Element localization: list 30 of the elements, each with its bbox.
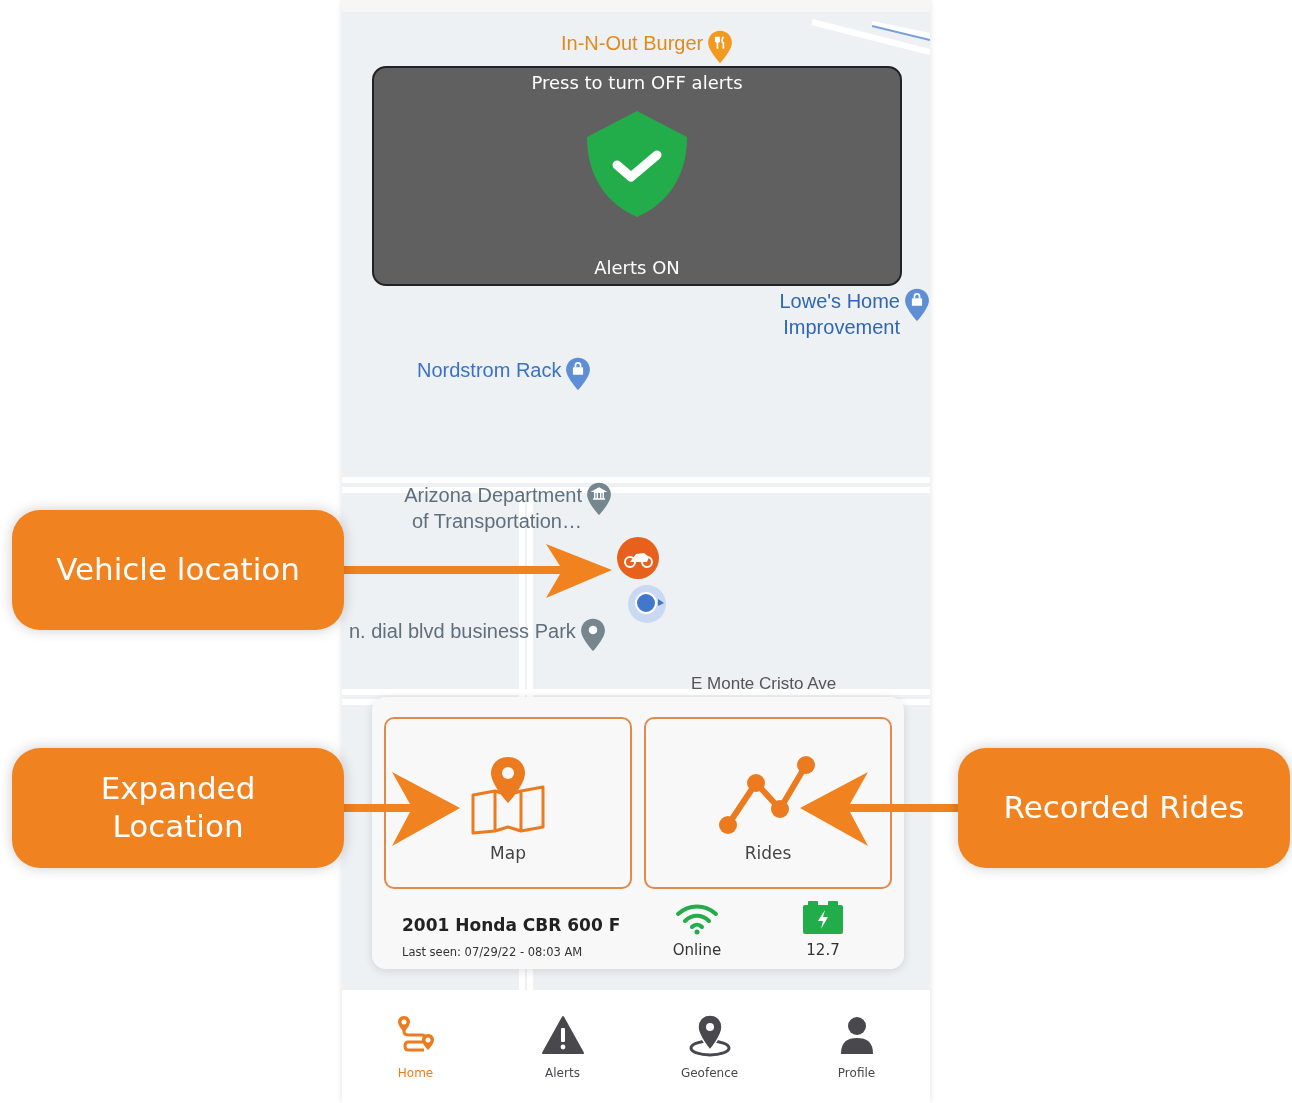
place-label[interactable]: Nordstrom Rack [417, 357, 562, 383]
nav-tab[interactable]: Geofence [636, 990, 783, 1103]
nav-tab[interactable]: Profile [783, 990, 930, 1103]
alerts-toggle-panel[interactable]: Press to turn OFF alerts Alerts ON [372, 66, 902, 286]
location-pin-circle-icon [687, 1013, 732, 1058]
connection-status: Online [672, 941, 722, 959]
last-seen-text: Last seen: 07/29/22 - 08:03 AM [402, 945, 584, 959]
map-pin-icon[interactable] [579, 618, 606, 652]
place-label[interactable]: Lowe's Home Improvement [710, 288, 900, 340]
folded-map-pin-icon [469, 755, 547, 837]
map-pin-icon[interactable] [586, 482, 612, 516]
street-label: E Monte Cristo Ave [691, 674, 837, 694]
motorcycle-marker-icon[interactable] [616, 536, 660, 580]
rides-button[interactable]: Rides [644, 717, 892, 889]
map-pin-icon[interactable] [904, 288, 930, 322]
place-label[interactable]: Arizona Department of Transportation… [392, 482, 582, 534]
vehicle-name: 2001 Honda CBR 600 F [402, 915, 622, 935]
current-location-dot-icon [627, 584, 667, 624]
annotation-callout: Vehicle location [12, 510, 344, 630]
place-label[interactable]: n. dial blvd business Park [349, 618, 576, 644]
battery-voltage: 12.7 [806, 941, 840, 959]
annotation-callout: Expanded Location [12, 748, 344, 868]
alerts-status-label: Alerts ON [594, 257, 680, 278]
annotation-callout: Recorded Rides [958, 748, 1290, 868]
battery-icon [802, 901, 844, 935]
map-pin-icon[interactable] [565, 357, 592, 391]
map-button[interactable]: Map [384, 717, 632, 889]
nav-tab[interactable]: Alerts [489, 990, 636, 1103]
alerts-hint: Press to turn OFF alerts [531, 72, 743, 93]
map-pin-icon[interactable] [707, 30, 734, 64]
